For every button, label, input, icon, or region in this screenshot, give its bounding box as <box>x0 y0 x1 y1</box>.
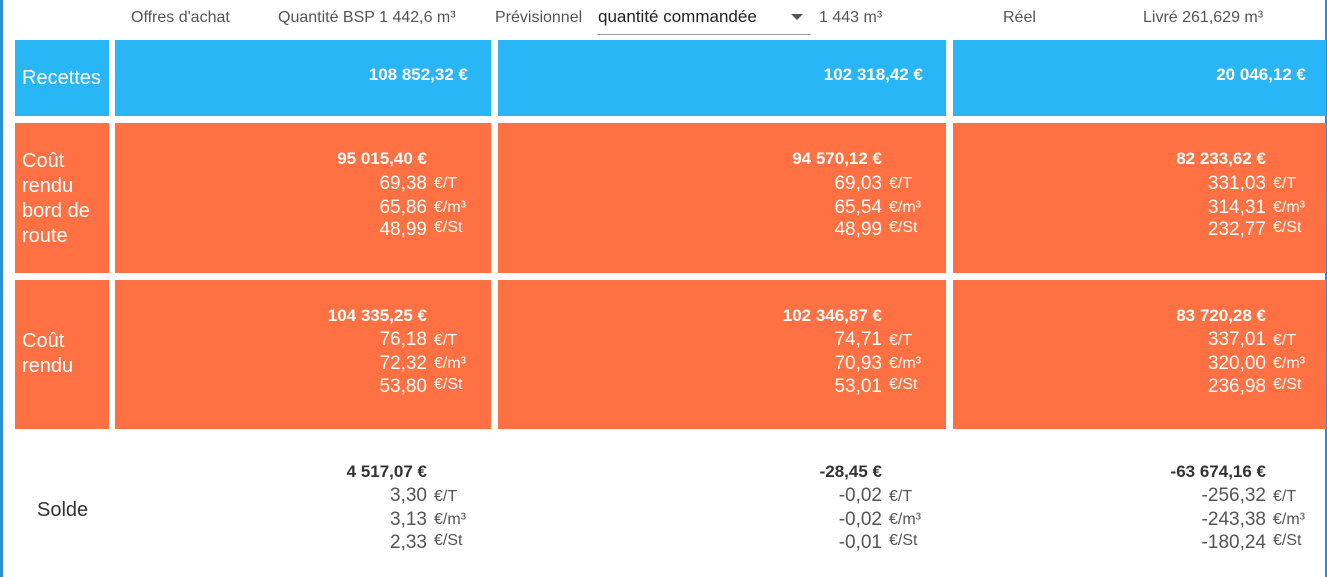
unit-t: €/T <box>434 175 458 192</box>
label-line: Coût <box>22 330 65 352</box>
solde-per-m3: -0,02 <box>838 509 882 530</box>
header-livre: Livré 261,629 m³ <box>1143 9 1264 26</box>
cr-cell-offres: 104 335,25 € 76,18 €/T 72,32 €/m³ 53,80 … <box>115 280 491 429</box>
label-line: Coût <box>22 150 65 172</box>
solde-per-st: 2,33 <box>390 532 427 553</box>
crbr-cell-reel: 82 233,62 € 331,03 €/T 314,31 €/m³ 232,7… <box>953 123 1326 273</box>
header-previsionnel: Prévisionnel <box>495 9 583 26</box>
row-label-cout-rendu: Coût rendu <box>15 280 109 429</box>
solde-total: 4 517,07 € <box>346 462 427 481</box>
unit-m3: €/m³ <box>889 355 921 372</box>
solde-total: -28,45 € <box>819 462 882 481</box>
cr-total: 104 335,25 € <box>327 306 427 325</box>
crbr-per-m3: 65,54 <box>834 197 882 218</box>
recettes-cell-offres: 108 852,32 € <box>115 40 491 116</box>
cr-per-st: 53,01 <box>834 376 882 397</box>
unit-st: €/St <box>889 376 918 393</box>
header-offres: Offres d'achat <box>131 9 230 26</box>
header-quantite-bsp: Quantité BSP 1 442,6 m³ <box>278 9 456 26</box>
solde-per-t: -0,02 <box>838 485 882 506</box>
unit-t: €/T <box>434 332 458 349</box>
label-line: rendu <box>22 355 74 377</box>
crbr-per-m3: 65,86 <box>379 197 427 218</box>
crbr-per-m3: 314,31 <box>1207 197 1266 218</box>
crbr-total: 82 233,62 € <box>1176 149 1266 168</box>
solde-per-st: -0,01 <box>838 532 882 553</box>
solde-total: -63 674,16 € <box>1170 462 1266 481</box>
unit-m3: €/m³ <box>889 511 921 528</box>
unit-st: €/St <box>434 532 463 549</box>
recettes-label: Recettes <box>22 67 101 89</box>
left-border <box>0 0 3 577</box>
label-line: route <box>22 225 68 247</box>
cr-cell-previsionnel: 102 346,87 € 74,71 €/T 70,93 €/m³ 53,01 … <box>498 280 946 429</box>
solde-per-t: -256,32 <box>1201 485 1266 506</box>
row-label-solde: Solde <box>30 498 120 524</box>
crbr-per-t: 69,38 <box>379 173 427 194</box>
solde-per-t: 3,30 <box>390 485 427 506</box>
solde-per-m3: -243,38 <box>1201 509 1266 530</box>
crbr-per-t: 69,03 <box>834 173 882 194</box>
crbr-cell-offres: 95 015,40 € 69,38 €/T 65,86 €/m³ 48,99 €… <box>115 123 491 273</box>
recettes-value: 108 852,32 € <box>368 65 468 84</box>
cr-total: 83 720,28 € <box>1176 306 1266 325</box>
unit-t: €/T <box>889 488 913 505</box>
unit-st: €/St <box>1273 376 1302 393</box>
unit-st: €/St <box>434 376 463 393</box>
unit-st: €/St <box>889 532 918 549</box>
chevron-down-icon[interactable] <box>791 14 803 20</box>
unit-st: €/St <box>1273 219 1302 236</box>
unit-m3: €/m³ <box>434 355 466 372</box>
solde-cell-previsionnel: -28,45 € -0,02 €/T -0,02 €/m³ -0,01 €/St <box>498 436 946 571</box>
unit-t: €/T <box>1273 488 1297 505</box>
cr-per-m3: 70,93 <box>834 353 882 374</box>
crbr-per-st: 48,99 <box>379 219 427 240</box>
recettes-cell-reel: 20 046,12 € <box>953 40 1326 116</box>
crbr-total: 95 015,40 € <box>337 149 427 168</box>
solde-label: Solde <box>37 499 89 521</box>
label-line: rendu <box>22 175 74 197</box>
solde-per-m3: 3,13 <box>390 509 427 530</box>
recettes-value: 102 318,42 € <box>823 65 923 84</box>
label-line: bord de <box>22 200 90 222</box>
unit-m3: €/m³ <box>1273 355 1305 372</box>
unit-t: €/T <box>889 332 913 349</box>
cr-per-m3: 320,00 <box>1207 353 1266 374</box>
recettes-value: 20 046,12 € <box>1216 65 1306 84</box>
solde-per-st: -180,24 <box>1201 532 1266 553</box>
solde-cell-offres: 4 517,07 € 3,30 €/T 3,13 €/m³ 2,33 €/St <box>115 436 491 571</box>
cr-per-t: 76,18 <box>379 329 427 350</box>
quantity-select[interactable]: quantité commandée <box>597 4 811 35</box>
cr-total: 102 346,87 € <box>782 306 882 325</box>
unit-m3: €/m³ <box>434 511 466 528</box>
unit-t: €/T <box>1273 332 1297 349</box>
quantity-select-value: quantité commandée <box>598 7 757 26</box>
cr-per-st: 53,80 <box>379 376 427 397</box>
unit-t: €/T <box>1273 175 1297 192</box>
cr-cell-reel: 83 720,28 € 337,01 €/T 320,00 €/m³ 236,9… <box>953 280 1326 429</box>
row-label-cout-rendu-bord-de-route: Coût rendu bord de route <box>15 123 109 273</box>
cr-per-t: 74,71 <box>834 329 882 350</box>
unit-st: €/St <box>434 219 463 236</box>
crbr-per-st: 232,77 <box>1207 219 1266 240</box>
unit-t: €/T <box>434 488 458 505</box>
solde-cell-reel: -63 674,16 € -256,32 €/T -243,38 €/m³ -1… <box>953 436 1326 571</box>
crbr-total: 94 570,12 € <box>792 149 882 168</box>
crbr-cell-previsionnel: 94 570,12 € 69,03 €/T 65,54 €/m³ 48,99 €… <box>498 123 946 273</box>
unit-m3: €/m³ <box>1273 511 1305 528</box>
row-label-recettes: Recettes <box>15 40 109 116</box>
unit-st: €/St <box>1273 532 1302 549</box>
crbr-per-st: 48,99 <box>834 219 882 240</box>
unit-t: €/T <box>889 175 913 192</box>
recettes-cell-previsionnel: 102 318,42 € <box>498 40 946 116</box>
unit-st: €/St <box>889 219 918 236</box>
crbr-per-t: 331,03 <box>1207 173 1266 194</box>
cr-per-st: 236,98 <box>1207 376 1266 397</box>
cr-per-m3: 72,32 <box>379 353 427 374</box>
cr-per-t: 337,01 <box>1207 329 1266 350</box>
header-reel: Réel <box>1003 9 1036 26</box>
header-previsionnel-quantite: 1 443 m³ <box>819 9 883 26</box>
